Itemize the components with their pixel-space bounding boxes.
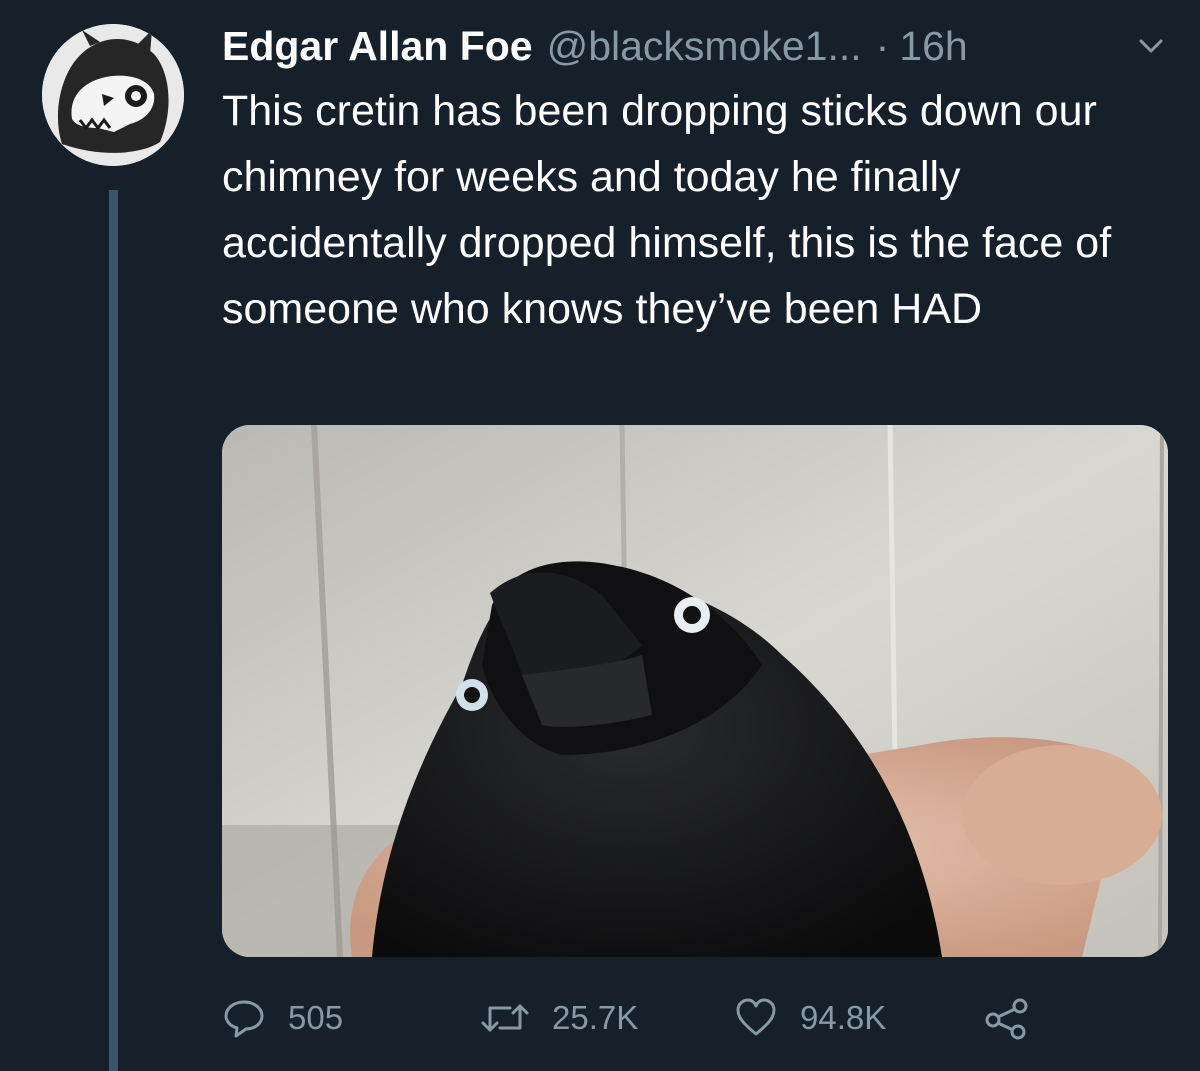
timestamp[interactable]: 16h <box>899 23 967 70</box>
heart-icon <box>736 998 776 1036</box>
tweet-actions: 505 25.7K 94.8K <box>222 988 1122 1048</box>
crow-photo <box>222 425 1168 957</box>
share-action[interactable] <box>984 988 1030 1048</box>
wolf-skull-avatar-icon <box>42 24 184 166</box>
tweet-header: Edgar Allan Foe @blacksmoke1... · 16h <box>222 20 1182 72</box>
like-action[interactable]: 94.8K <box>734 988 886 1048</box>
share-icon <box>985 998 1028 1040</box>
avatar[interactable] <box>42 24 184 166</box>
retweet-action[interactable]: 25.7K <box>480 988 638 1048</box>
reply-icon <box>224 1000 264 1038</box>
chevron-down-icon[interactable] <box>1136 36 1166 56</box>
tweet-text: This cretin has been dropping sticks dow… <box>222 87 1112 333</box>
display-name[interactable]: Edgar Allan Foe <box>222 23 533 70</box>
retweet-count: 25.7K <box>552 999 639 1036</box>
user-handle[interactable]: @blacksmoke1... <box>547 23 862 70</box>
tweet: Edgar Allan Foe @blacksmoke1... · 16h Th… <box>0 0 1200 1071</box>
thread-line <box>109 190 118 1071</box>
retweet-icon <box>481 1004 529 1032</box>
tweet-photo[interactable] <box>222 425 1168 957</box>
reply-count: 505 <box>288 999 344 1036</box>
separator-dot: · <box>875 22 890 69</box>
like-count: 94.8K <box>800 999 887 1036</box>
reply-action[interactable]: 505 <box>222 988 343 1048</box>
